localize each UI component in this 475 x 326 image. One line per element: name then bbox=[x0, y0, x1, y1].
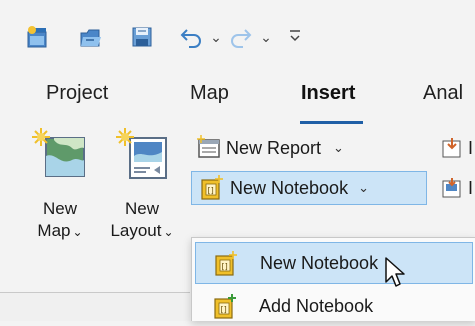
tab-insert[interactable]: Insert bbox=[301, 82, 355, 105]
new-notebook-button[interactable]: [] New Notebook ⌄ bbox=[198, 171, 369, 205]
svg-text:[]: [] bbox=[222, 262, 228, 271]
report-icon bbox=[196, 135, 226, 161]
add-notebook-icon: [] bbox=[211, 294, 237, 325]
new-project-icon[interactable] bbox=[24, 24, 52, 50]
menu-item-label: New Notebook bbox=[260, 252, 379, 273]
import-icon bbox=[440, 136, 468, 160]
new-report-label: New Report bbox=[226, 137, 322, 158]
tab-analysis[interactable]: Anal bbox=[423, 82, 463, 105]
ribbon-tabs: Project Map Insert Anal bbox=[0, 76, 475, 116]
new-layout-button[interactable]: New Layout ⌄ bbox=[104, 124, 180, 243]
open-project-icon[interactable] bbox=[77, 24, 105, 50]
save-project-icon[interactable] bbox=[128, 24, 156, 50]
quick-access-toolbar: ⌄ ⌄ bbox=[0, 0, 475, 70]
tab-project[interactable]: Project bbox=[46, 82, 108, 105]
notebook-icon: [] bbox=[212, 251, 238, 282]
menu-item-add-notebook[interactable]: [] Add Notebook bbox=[195, 286, 473, 326]
chevron-down-icon[interactable]: ⌄ bbox=[333, 140, 344, 156]
new-map-icon bbox=[28, 124, 92, 180]
import-label: I bbox=[468, 137, 474, 158]
menu-item-label: Add Notebook bbox=[259, 295, 374, 316]
chevron-down-icon[interactable]: ⌄ bbox=[358, 180, 369, 196]
new-layout-icon bbox=[104, 124, 180, 180]
new-notebook-label: New Notebook bbox=[230, 177, 349, 198]
undo-icon[interactable] bbox=[176, 24, 206, 50]
new-map-label-line1: New bbox=[42, 199, 77, 218]
redo-icon[interactable] bbox=[226, 24, 256, 50]
new-layout-label-line2: Layout ⌄ bbox=[110, 221, 174, 240]
mouse-pointer-icon bbox=[384, 256, 410, 290]
new-map-button[interactable]: New Map ⌄ bbox=[28, 124, 92, 243]
import-layout-icon bbox=[440, 176, 468, 200]
undo-dropdown-icon[interactable]: ⌄ bbox=[208, 24, 224, 50]
contents-pane-edge bbox=[0, 292, 190, 321]
new-map-label-line2: Map ⌄ bbox=[37, 221, 83, 240]
import-layout-label: I bbox=[468, 177, 474, 198]
redo-dropdown-icon[interactable]: ⌄ bbox=[258, 24, 274, 50]
chevron-down-icon: ⌄ bbox=[163, 225, 174, 239]
new-notebook-dropdown-menu: [] New Notebook [] Add Notebook bbox=[191, 237, 475, 321]
tab-map[interactable]: Map bbox=[190, 82, 229, 105]
menu-item-new-notebook[interactable]: [] New Notebook bbox=[195, 242, 473, 284]
svg-text:[]: [] bbox=[221, 305, 227, 314]
import-map-button[interactable]: I bbox=[440, 131, 473, 165]
notebook-icon: [] bbox=[198, 175, 230, 201]
chevron-down-icon: ⌄ bbox=[72, 225, 83, 239]
svg-text:[]: [] bbox=[208, 186, 214, 195]
new-report-button[interactable]: New Report ⌄ bbox=[196, 131, 344, 165]
customize-qat-icon[interactable] bbox=[285, 24, 305, 50]
new-layout-label-line1: New bbox=[124, 199, 159, 218]
import-layout-button[interactable]: I bbox=[440, 171, 473, 205]
